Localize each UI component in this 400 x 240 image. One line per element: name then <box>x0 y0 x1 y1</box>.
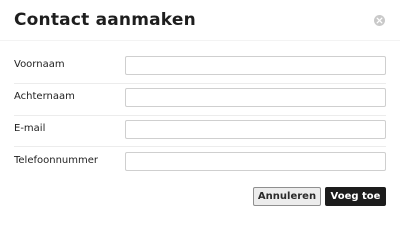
phone-row: Telefoonnummer <box>14 152 386 172</box>
cancel-button[interactable]: Annuleren <box>253 187 321 206</box>
first-name-field[interactable] <box>125 56 386 75</box>
close-x-glyph <box>376 17 383 24</box>
row-divider <box>14 115 386 116</box>
row-divider <box>14 83 386 84</box>
last-name-field[interactable] <box>125 88 386 107</box>
first-name-label: Voornaam <box>14 59 65 70</box>
row-divider <box>14 146 386 147</box>
first-name-row: Voornaam <box>14 56 386 76</box>
last-name-label: Achternaam <box>14 91 75 102</box>
phone-field[interactable] <box>125 152 386 171</box>
close-icon[interactable] <box>374 15 385 26</box>
email-label: E-mail <box>14 123 46 134</box>
add-button[interactable]: Voeg toe <box>325 187 386 206</box>
email-field[interactable] <box>125 120 386 139</box>
create-contact-dialog: Contact aanmaken Voornaam Achternaam E-m… <box>0 0 400 220</box>
phone-label: Telefoonnummer <box>14 155 99 166</box>
dialog-title: Contact aanmaken <box>14 10 196 30</box>
last-name-row: Achternaam <box>14 88 386 108</box>
email-row: E-mail <box>14 120 386 140</box>
header-divider <box>0 40 400 41</box>
